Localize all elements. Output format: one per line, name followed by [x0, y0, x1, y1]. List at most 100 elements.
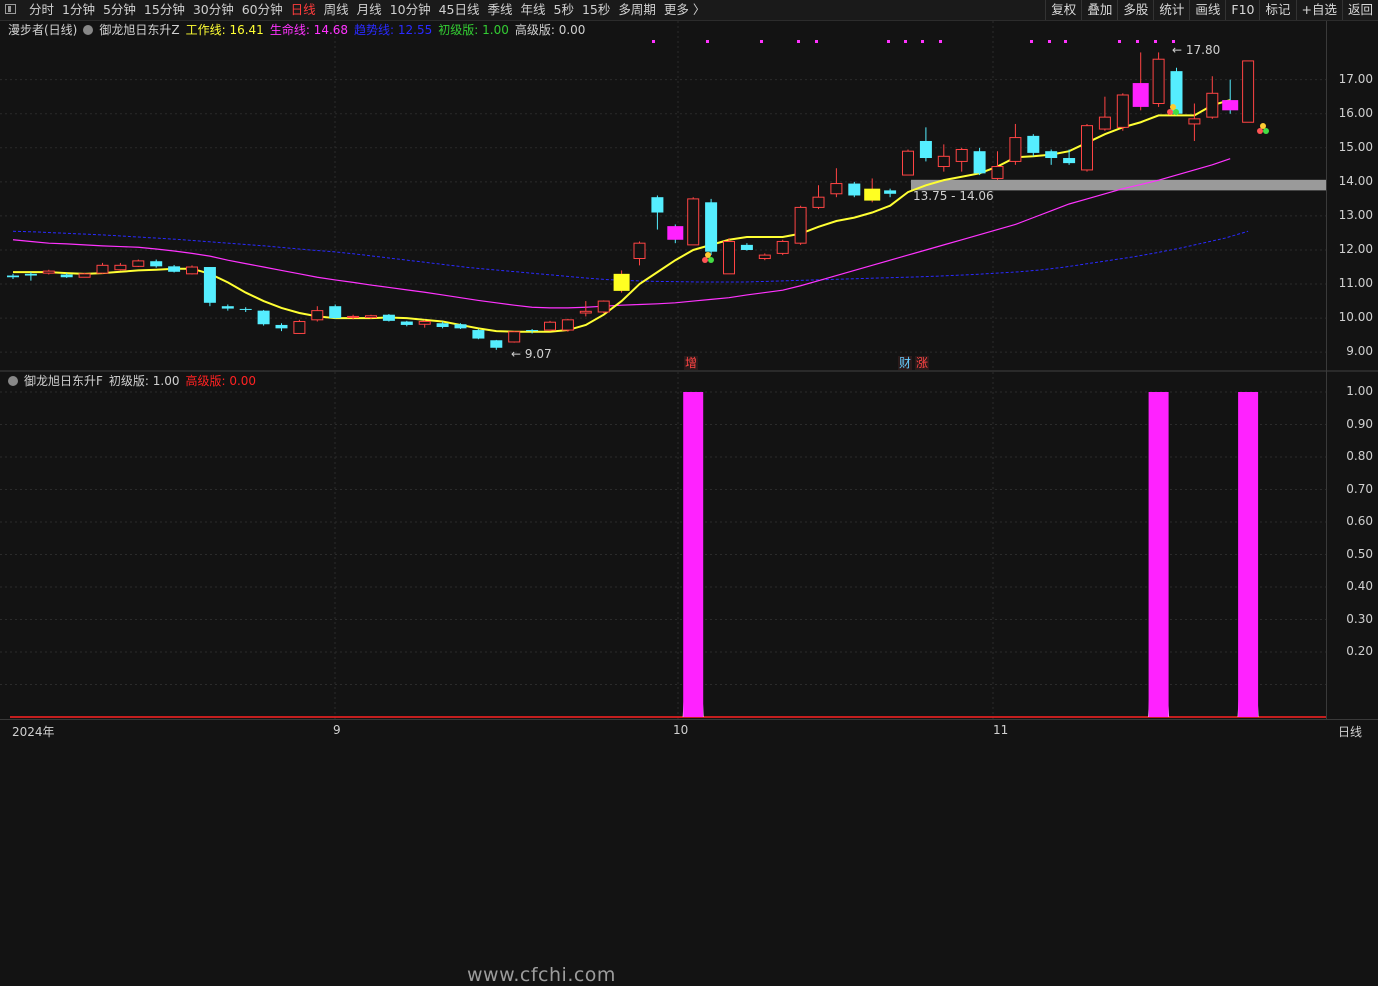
candle [132, 259, 145, 268]
tool-button-4[interactable]: 画线 [1189, 0, 1225, 20]
period-tab-1[interactable]: 1分钟 [58, 1, 99, 19]
period-tab-0[interactable]: 分时 [25, 1, 58, 19]
candle [1206, 76, 1219, 119]
candle [168, 264, 181, 273]
candle [758, 253, 771, 261]
main-legend-item-1: 生命线: 14.68 [269, 23, 349, 37]
signal-cluster-icon [702, 252, 714, 263]
price-tick: 13.00 [1338, 207, 1373, 222]
sub-legend: 御龙旭日东升F 初级版: 1.00 高级版: 0.00 [8, 373, 256, 389]
candle [293, 319, 306, 334]
value-tick: 1.00 [1346, 384, 1373, 398]
period-tab-16[interactable]: 更多 〉 [660, 1, 709, 19]
main-indicator-name[interactable]: 御龙旭日东升Z [99, 22, 179, 38]
candle [1222, 79, 1239, 114]
price-tick: 15.00 [1338, 139, 1373, 154]
main-legend-values: 工作线: 16.41 生命线: 14.68 趋势线: 12.55 初级版: 1.00 高… [186, 22, 586, 38]
candle [239, 307, 252, 312]
candle [221, 304, 234, 311]
sub-indicator-menu-icon[interactable] [8, 376, 18, 386]
main-legend-item-2: 趋势线: 12.55 [354, 23, 433, 37]
price-axis[interactable]: 17.00 16.00 15.00 14.00 13.00 12.00 11.00 10.00… [1326, 21, 1378, 719]
tool-button-6[interactable]: 标记 [1259, 0, 1295, 20]
candle [150, 259, 163, 268]
signal-cluster-icon [1257, 123, 1269, 134]
candle [508, 331, 521, 343]
period-tab-8[interactable]: 月线 [353, 1, 386, 19]
period-tab-2[interactable]: 5分钟 [99, 1, 140, 19]
candle [1081, 123, 1093, 172]
date-axis[interactable]: 2024年 9 10 11 日线 [0, 719, 1378, 741]
period-tab-4[interactable]: 30分钟 [189, 1, 238, 19]
candle [723, 238, 735, 275]
candle [7, 273, 19, 279]
candle [1045, 149, 1058, 165]
high-price-label: ← 17.80 [1172, 43, 1220, 57]
main-legend: 漫步者(日线) 御龙旭日东升Z 工作线: 16.41 生命线: 14.68 趋势线:… [8, 22, 585, 38]
tool-button-1[interactable]: 叠加 [1081, 0, 1117, 20]
candlestick-chart[interactable]: ← 17.80 ← 9.07 13.75 - 14.06 增 财涨 [0, 21, 1326, 370]
price-tick: 9.00 [1346, 344, 1373, 359]
sub-indicator-panel[interactable]: 御龙旭日东升F 初级版: 1.00 高级版: 0.00 www.cfchi.com [0, 372, 1326, 986]
candle [1009, 123, 1022, 165]
candle [96, 262, 109, 274]
sidebar-toggle-icon[interactable] [5, 4, 16, 14]
candle [597, 300, 610, 314]
period-tab-9[interactable]: 10分钟 [386, 1, 435, 19]
value-tick: 0.60 [1346, 514, 1373, 528]
period-tab-11[interactable]: 季线 [484, 1, 517, 19]
period-tab-15[interactable]: 多周期 [614, 1, 660, 19]
event-marker-0: 增 [685, 356, 697, 370]
candle [257, 309, 270, 326]
tool-button-3[interactable]: 统计 [1153, 0, 1189, 20]
tool-button-0[interactable]: 复权 [1045, 0, 1081, 20]
main-grid [0, 21, 1326, 370]
value-tick: 0.50 [1346, 546, 1373, 561]
period-tab-13[interactable]: 5秒 [550, 1, 578, 19]
candle [544, 320, 556, 332]
value-tick: 0.40 [1346, 579, 1373, 593]
tool-button-2[interactable]: 多股 [1117, 0, 1153, 20]
candle [651, 195, 664, 230]
sub-indicator-name[interactable]: 御龙旭日东升F [24, 373, 103, 389]
top-toolbar: 分时 1分钟 5分钟 15分钟 30分钟 60分钟 日线 周线 月线 10分钟 45日线 季线 年线 5秒… [0, 0, 1378, 21]
sub-legend-item-0: 初级版: 1.00 [108, 374, 180, 388]
candle [311, 306, 324, 322]
candle [937, 144, 950, 172]
main-legend-item-3: 初级版: 1.00 [438, 23, 509, 37]
date-label: 9 [333, 723, 341, 737]
period-tab-10[interactable]: 45日线 [435, 1, 484, 19]
candle [991, 151, 1004, 181]
candle [561, 318, 574, 332]
main-legend-item-4: 高级版: 0.00 [514, 23, 586, 37]
main-chart-panel[interactable]: ← 17.80 ← 9.07 13.75 - 14.06 增 财涨 漫步者(日线) 御龙… [0, 21, 1326, 370]
candle [1132, 52, 1149, 111]
value-tick: 0.70 [1346, 481, 1373, 496]
tool-button-5[interactable]: F10 [1225, 0, 1259, 20]
tool-buttons: 复权 叠加 多股 统计 画线 F10 标记 +自选 返回 [1045, 0, 1378, 20]
period-tabs: 分时 1分钟 5分钟 15分钟 30分钟 60分钟 日线 周线 月线 10分钟 45日线 季线 年线 5秒… [25, 1, 709, 19]
date-label: 11 [993, 723, 1009, 737]
candle [776, 239, 789, 256]
sub-grid [0, 372, 1326, 719]
period-tab-3[interactable]: 15分钟 [140, 1, 189, 19]
candle [830, 168, 843, 198]
period-tab-12[interactable]: 年线 [517, 1, 550, 19]
value-tick: 0.90 [1346, 416, 1373, 431]
tool-button-8[interactable]: 返回 [1341, 0, 1378, 20]
stock-title: 漫步者(日线) [8, 23, 78, 37]
indicator-menu-icon[interactable] [83, 25, 94, 35]
event-marker-2: 涨 [916, 355, 928, 370]
candle [42, 269, 55, 275]
candle [633, 241, 646, 266]
period-tab-14[interactable]: 15秒 [578, 1, 614, 19]
period-tab-6[interactable]: 日线 [287, 1, 320, 19]
candle [884, 188, 897, 198]
candle [973, 147, 986, 176]
trend-line [12, 230, 1249, 283]
signal-bar-chart[interactable] [0, 372, 1326, 719]
price-tick: 14.00 [1338, 173, 1373, 188]
period-tab-5[interactable]: 60分钟 [238, 1, 287, 19]
period-tab-7[interactable]: 周线 [320, 1, 353, 19]
tool-button-7[interactable]: +自选 [1295, 0, 1342, 20]
